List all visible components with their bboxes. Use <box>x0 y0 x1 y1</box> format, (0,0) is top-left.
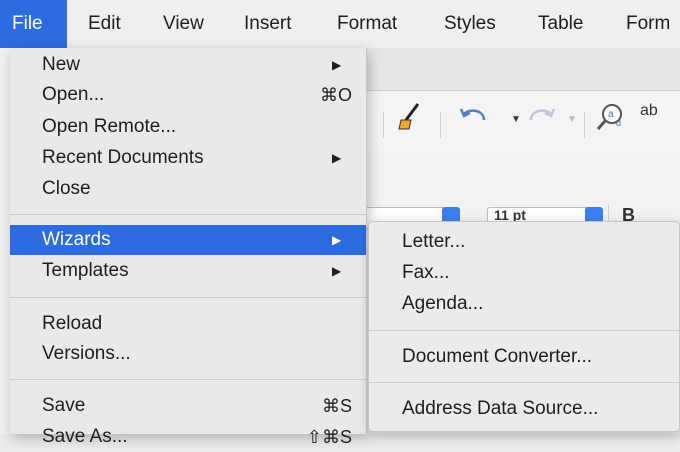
menu-item-wizards[interactable]: Wizards ▶ <box>10 225 366 255</box>
undo-dropdown-icon[interactable]: ▼ <box>511 114 521 125</box>
redo-icon[interactable] <box>527 104 557 133</box>
shortcut-label: ⇧⌘S <box>306 427 352 447</box>
menu-item-label: Save As... <box>42 426 128 447</box>
submenu-item-agenda[interactable]: Agenda... <box>369 289 679 319</box>
menu-edit[interactable]: Edit <box>88 0 121 48</box>
menu-styles[interactable]: Styles <box>444 0 496 48</box>
submenu-item-address-data-source[interactable]: Address Data Source... <box>369 394 679 424</box>
redo-dropdown-icon: ▼ <box>567 114 577 125</box>
file-menu: New ▶ Open... ⌘O Open Remote... Recent D… <box>10 48 367 447</box>
menu-item-label: Templates <box>42 260 129 281</box>
menu-insert[interactable]: Insert <box>244 0 292 48</box>
tab-strip <box>360 48 680 91</box>
menu-item-new[interactable]: New ▶ <box>10 50 366 80</box>
menu-item-label: New <box>42 54 81 75</box>
menu-item-save[interactable]: Save ⌘S <box>10 391 366 421</box>
menu-separator <box>369 382 679 383</box>
menu-separator <box>10 214 366 215</box>
menu-item-label: Reload <box>42 313 103 334</box>
menu-item-label: Wizards <box>42 229 111 250</box>
menu-item-label: Recent Documents <box>42 147 204 168</box>
menu-item-label: Versions... <box>42 343 131 364</box>
menu-file[interactable]: File <box>0 0 67 48</box>
menu-item-reload[interactable]: Reload <box>10 309 366 339</box>
submenu-item-label: Fax... <box>402 262 450 283</box>
menu-item-label: Open... <box>42 84 105 105</box>
menu-separator <box>369 330 679 331</box>
menu-bar: File Edit View Insert Format Styles Tabl… <box>0 0 680 49</box>
submenu-item-document-converter[interactable]: Document Converter... <box>369 342 679 372</box>
menu-separator <box>10 379 366 380</box>
svg-text:a: a <box>608 109 614 120</box>
submenu-arrow-icon: ▶ <box>332 58 342 72</box>
menu-item-label: Save <box>42 395 86 416</box>
submenu-item-label: Document Converter... <box>402 346 593 367</box>
clone-formatting-icon[interactable] <box>396 102 424 137</box>
menu-table[interactable]: Table <box>538 0 583 48</box>
menu-format[interactable]: Format <box>337 0 397 48</box>
toolbar-separator <box>383 112 384 138</box>
toolbar-separator <box>584 112 585 138</box>
menu-item-open[interactable]: Open... ⌘O <box>10 80 366 110</box>
menu-item-close[interactable]: Close <box>10 174 366 204</box>
submenu-item-label: Agenda... <box>402 293 484 314</box>
submenu-item-label: Letter... <box>402 231 466 252</box>
menu-item-label: Close <box>42 178 91 199</box>
svg-text:d: d <box>616 118 621 128</box>
menu-item-versions[interactable]: Versions... <box>10 339 366 369</box>
find-replace-text: ab <box>640 102 658 119</box>
menu-item-save-as[interactable]: Save As... ⇧⌘S <box>10 422 366 452</box>
menu-item-label: Open Remote... <box>42 116 177 137</box>
submenu-arrow-icon: ▶ <box>332 264 342 278</box>
menu-item-recent-documents[interactable]: Recent Documents ▶ <box>10 143 366 173</box>
menu-item-open-remote[interactable]: Open Remote... <box>10 112 366 142</box>
submenu-arrow-icon: ▶ <box>332 233 342 247</box>
menu-separator <box>10 297 366 298</box>
undo-icon[interactable] <box>458 104 488 133</box>
submenu-item-fax[interactable]: Fax... <box>369 258 679 288</box>
submenu-arrow-icon: ▶ <box>332 151 342 165</box>
menu-view[interactable]: View <box>163 0 204 48</box>
toolbar-separator <box>440 112 441 138</box>
submenu-item-label: Address Data Source... <box>402 398 599 419</box>
submenu-item-letter[interactable]: Letter... <box>369 227 679 257</box>
shortcut-label: ⌘S <box>321 396 352 416</box>
menu-item-templates[interactable]: Templates ▶ <box>10 256 366 286</box>
find-replace-icon[interactable]: a d <box>596 102 630 137</box>
wizards-submenu: Letter... Fax... Agenda... Document Conv… <box>368 221 680 432</box>
menu-form[interactable]: Form <box>626 0 670 48</box>
shortcut-label: ⌘O <box>319 85 352 105</box>
